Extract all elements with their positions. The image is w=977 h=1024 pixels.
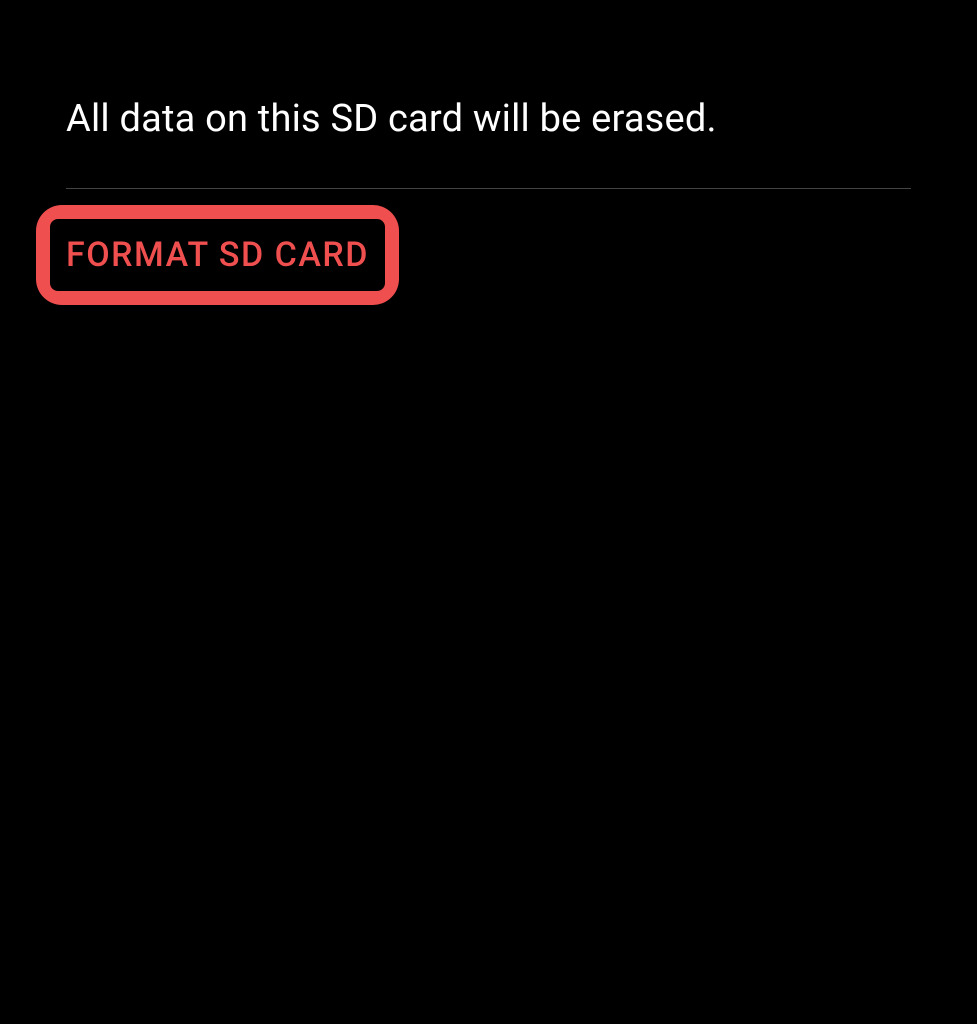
divider	[66, 188, 911, 189]
format-sd-card-screen: All data on this SD card will be erased.…	[0, 0, 977, 305]
format-button-highlight: FORMAT SD CARD	[36, 205, 399, 305]
format-sd-card-button[interactable]: FORMAT SD CARD	[50, 219, 385, 291]
warning-message: All data on this SD card will be erased.	[66, 95, 911, 144]
